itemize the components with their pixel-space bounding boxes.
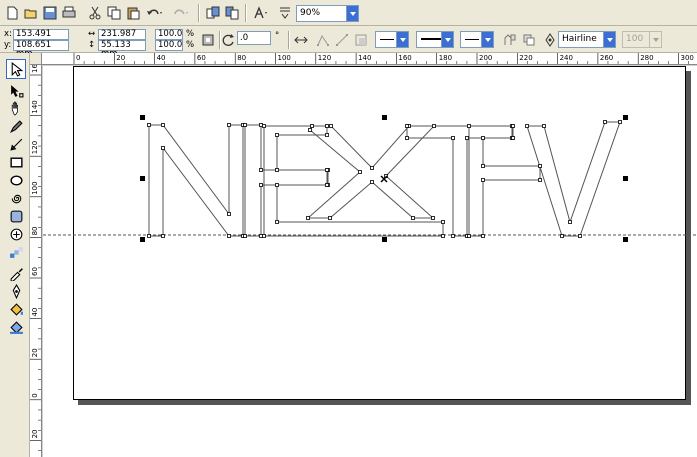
curve-node[interactable] — [308, 128, 312, 132]
curve-node[interactable] — [432, 124, 436, 128]
curve-node[interactable] — [306, 216, 310, 220]
curve-node[interactable] — [603, 120, 607, 124]
handle-bottom-left — [140, 237, 145, 242]
curve-node[interactable] — [161, 146, 165, 150]
handle-top-left — [140, 115, 145, 120]
curve-node[interactable] — [441, 220, 445, 224]
curve-node[interactable] — [262, 124, 266, 128]
ruler-origin[interactable] — [30, 53, 42, 65]
curve-node[interactable] — [227, 123, 231, 127]
curve-node[interactable] — [451, 136, 455, 140]
handle-middle-right — [623, 176, 628, 181]
corel-draw-window: 90% x: 153.491 mm y: 108.651 mm ↔ 231.98… — [0, 0, 697, 457]
curve-node[interactable] — [578, 234, 582, 238]
curve-node[interactable] — [325, 183, 329, 187]
curve-node[interactable] — [542, 124, 546, 128]
curve-node[interactable] — [525, 124, 529, 128]
curve-node[interactable] — [405, 124, 409, 128]
handle-middle-left — [140, 176, 145, 181]
curve-node[interactable] — [275, 168, 279, 172]
curve-node[interactable] — [411, 216, 415, 220]
letter-f-outline — [468, 125, 541, 237]
curve-node[interactable] — [481, 164, 485, 168]
handle-bottom-right — [623, 237, 628, 242]
curve-node[interactable] — [618, 120, 622, 124]
curve-node[interactable] — [467, 124, 471, 128]
curve-node[interactable] — [441, 234, 445, 238]
letter-n-outline — [148, 124, 244, 237]
letter-e-outline — [263, 125, 444, 237]
curve-node[interactable] — [511, 136, 515, 140]
curve-node[interactable] — [227, 234, 231, 238]
curve-node[interactable] — [431, 216, 435, 220]
letter-h-outline — [244, 124, 329, 237]
curve-node[interactable] — [259, 168, 263, 172]
curve-node[interactable] — [560, 234, 564, 238]
curve-node[interactable] — [481, 136, 485, 140]
curve-node[interactable] — [262, 234, 266, 238]
curve-node[interactable] — [481, 178, 485, 182]
curve-node[interactable] — [325, 168, 329, 172]
selection-center-icon[interactable] — [380, 175, 388, 183]
curve-node[interactable] — [481, 234, 485, 238]
curve-node[interactable] — [161, 234, 165, 238]
curve-node[interactable] — [329, 124, 333, 128]
curve-node[interactable] — [370, 166, 374, 170]
curve-node[interactable] — [147, 123, 151, 127]
curve-node[interactable] — [259, 183, 263, 187]
curve-node[interactable] — [325, 124, 329, 128]
curve-node[interactable] — [259, 123, 263, 127]
curve-node[interactable] — [325, 133, 329, 137]
handle-bottom-center — [382, 237, 387, 242]
curve-node[interactable] — [358, 170, 362, 174]
curve-node[interactable] — [370, 180, 374, 184]
handle-top-right — [623, 115, 628, 120]
curve-node[interactable] — [147, 234, 151, 238]
curve-node[interactable] — [275, 133, 279, 137]
curve-node[interactable] — [328, 216, 332, 220]
curve-node[interactable] — [451, 234, 455, 238]
curve-node[interactable] — [161, 123, 165, 127]
curve-node[interactable] — [310, 124, 314, 128]
curve-node[interactable] — [465, 136, 469, 140]
curve-node[interactable] — [467, 234, 471, 238]
drawing-layer — [43, 115, 697, 242]
curve-node[interactable] — [511, 124, 515, 128]
curve-node[interactable] — [275, 220, 279, 224]
curve-node[interactable] — [275, 183, 279, 187]
curve-node[interactable] — [568, 220, 572, 224]
curve-node[interactable] — [227, 212, 231, 216]
curve-node[interactable] — [243, 234, 247, 238]
curve-node[interactable] — [259, 234, 263, 238]
handle-top-center — [382, 115, 387, 120]
curve-node[interactable] — [538, 178, 542, 182]
curve-node[interactable] — [538, 164, 542, 168]
curve-node[interactable] — [405, 136, 409, 140]
curve-node[interactable] — [243, 123, 247, 127]
letter-t-outline — [406, 125, 513, 237]
